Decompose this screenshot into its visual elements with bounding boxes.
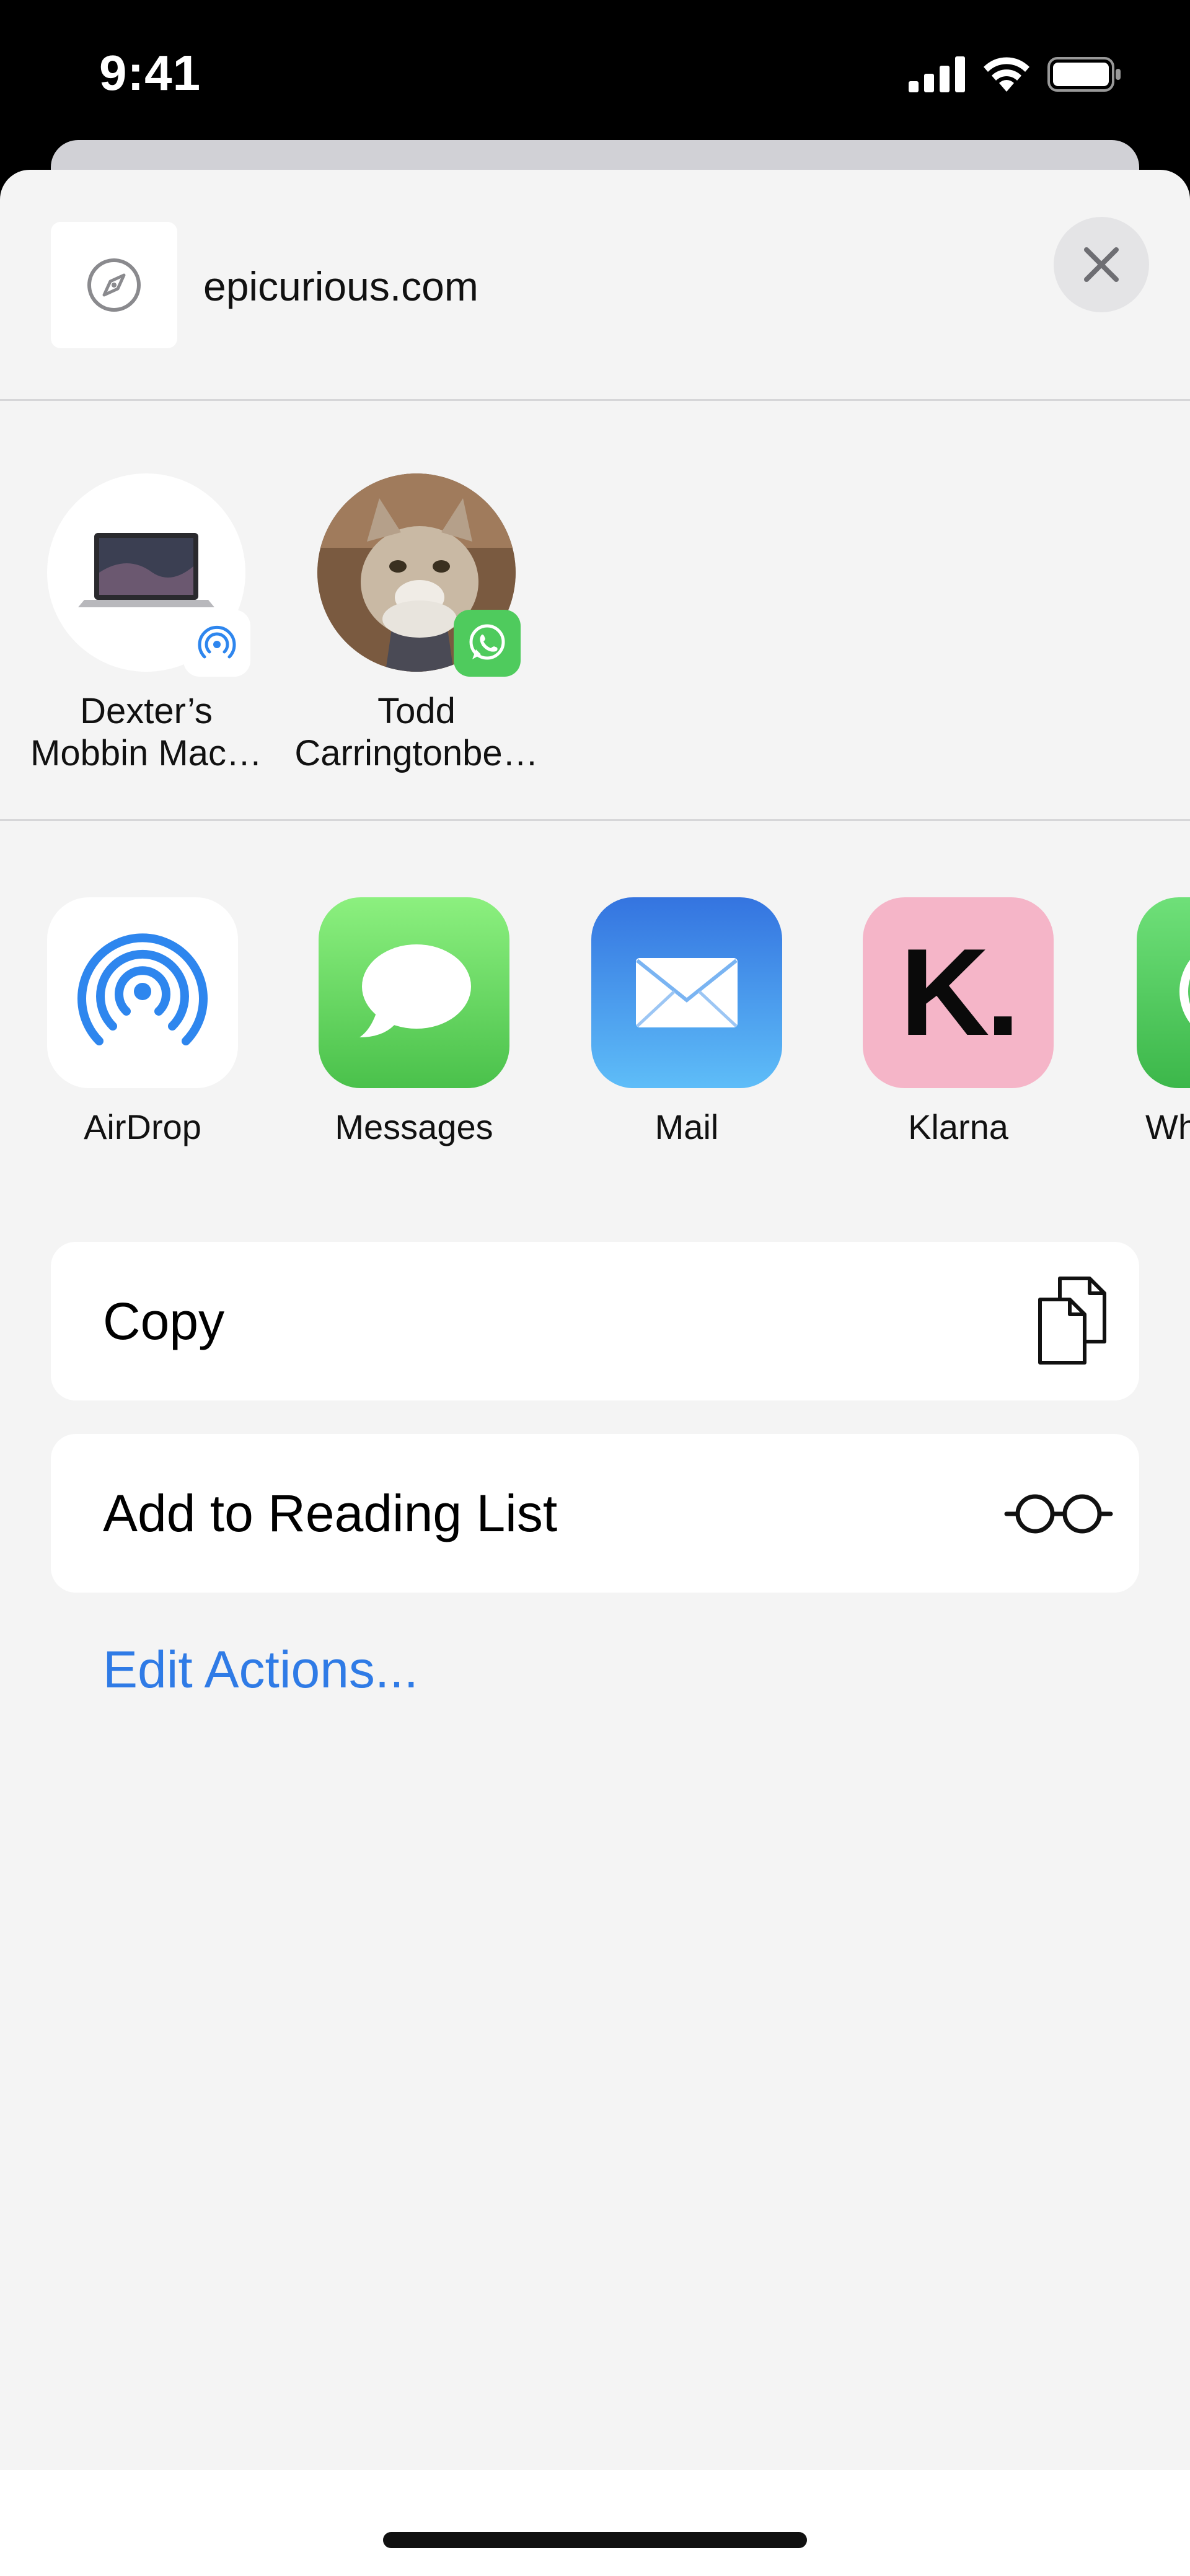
copy-icon-wrap xyxy=(1028,1242,1114,1400)
app-whatsapp[interactable]: Wh xyxy=(1128,897,1190,1147)
avatar xyxy=(47,473,250,677)
glasses-icon-wrap xyxy=(1003,1434,1114,1593)
share-sheet: epicurious.com Dexter’s Mobbin Mac… Todd… xyxy=(0,170,1190,2576)
status-time: 9:41 xyxy=(99,45,201,100)
site-thumbnail xyxy=(51,222,177,348)
app-label: Messages xyxy=(335,1107,493,1146)
messages-icon xyxy=(359,944,471,1037)
airdrop-badge xyxy=(183,610,250,677)
klarna-icon: K. xyxy=(900,923,1020,1062)
whatsapp-icon xyxy=(1179,960,1190,1023)
wifi-icon xyxy=(984,57,1029,92)
app-label: Wh xyxy=(1145,1107,1190,1146)
home-indicator[interactable] xyxy=(383,2532,807,2548)
avatar xyxy=(317,473,521,677)
app-messages[interactable]: Messages xyxy=(315,897,513,1147)
copy-action[interactable]: Copy xyxy=(51,1242,1139,1400)
airdrop-icon xyxy=(198,625,236,659)
home-indicator-area xyxy=(0,2470,1190,2576)
airdrop-tile xyxy=(47,897,238,1088)
person-dexters-mac[interactable]: Dexter’s Mobbin Mac… xyxy=(16,473,276,775)
reading-list-label: Add to Reading List xyxy=(103,1484,558,1542)
header-divider xyxy=(0,399,1190,401)
copy-label: Copy xyxy=(103,1292,225,1350)
glasses-icon xyxy=(1004,1494,1113,1534)
copy-icon xyxy=(1038,1277,1106,1365)
edit-actions-link[interactable]: Edit Actions... xyxy=(103,1640,418,1700)
status-icons xyxy=(909,53,1122,96)
close-button[interactable] xyxy=(1054,217,1149,312)
messages-tile xyxy=(319,897,509,1088)
app-label: AirDrop xyxy=(84,1107,201,1146)
whatsapp-icon xyxy=(469,624,505,660)
whatsapp-tile xyxy=(1137,897,1190,1088)
app-label: Klarna xyxy=(908,1107,1008,1146)
person-todd[interactable]: Todd Carringtonbe… xyxy=(286,473,547,775)
site-title: epicurious.com xyxy=(203,263,478,309)
app-airdrop[interactable]: AirDrop xyxy=(43,897,242,1147)
mail-tile xyxy=(591,897,782,1088)
add-to-reading-list-action[interactable]: Add to Reading List xyxy=(51,1434,1139,1593)
whatsapp-badge xyxy=(454,610,521,677)
app-label: Mail xyxy=(654,1107,719,1146)
mail-icon xyxy=(636,958,738,1027)
status-bar: 9:41 xyxy=(0,0,1190,155)
klarna-tile: K. xyxy=(863,897,1054,1088)
battery-icon xyxy=(1047,57,1121,92)
people-divider xyxy=(0,819,1190,821)
close-icon xyxy=(1084,247,1119,282)
person-name: Dexter’s Mobbin Mac… xyxy=(30,691,262,773)
compass-icon xyxy=(87,258,141,312)
person-name: Todd Carringtonbe… xyxy=(294,691,539,773)
cellular-signal-icon xyxy=(909,56,965,92)
app-mail[interactable]: Mail xyxy=(588,897,786,1147)
share-header: epicurious.com xyxy=(0,170,1190,400)
airdrop-icon xyxy=(77,933,208,1045)
app-klarna[interactable]: K. Klarna xyxy=(859,897,1057,1147)
